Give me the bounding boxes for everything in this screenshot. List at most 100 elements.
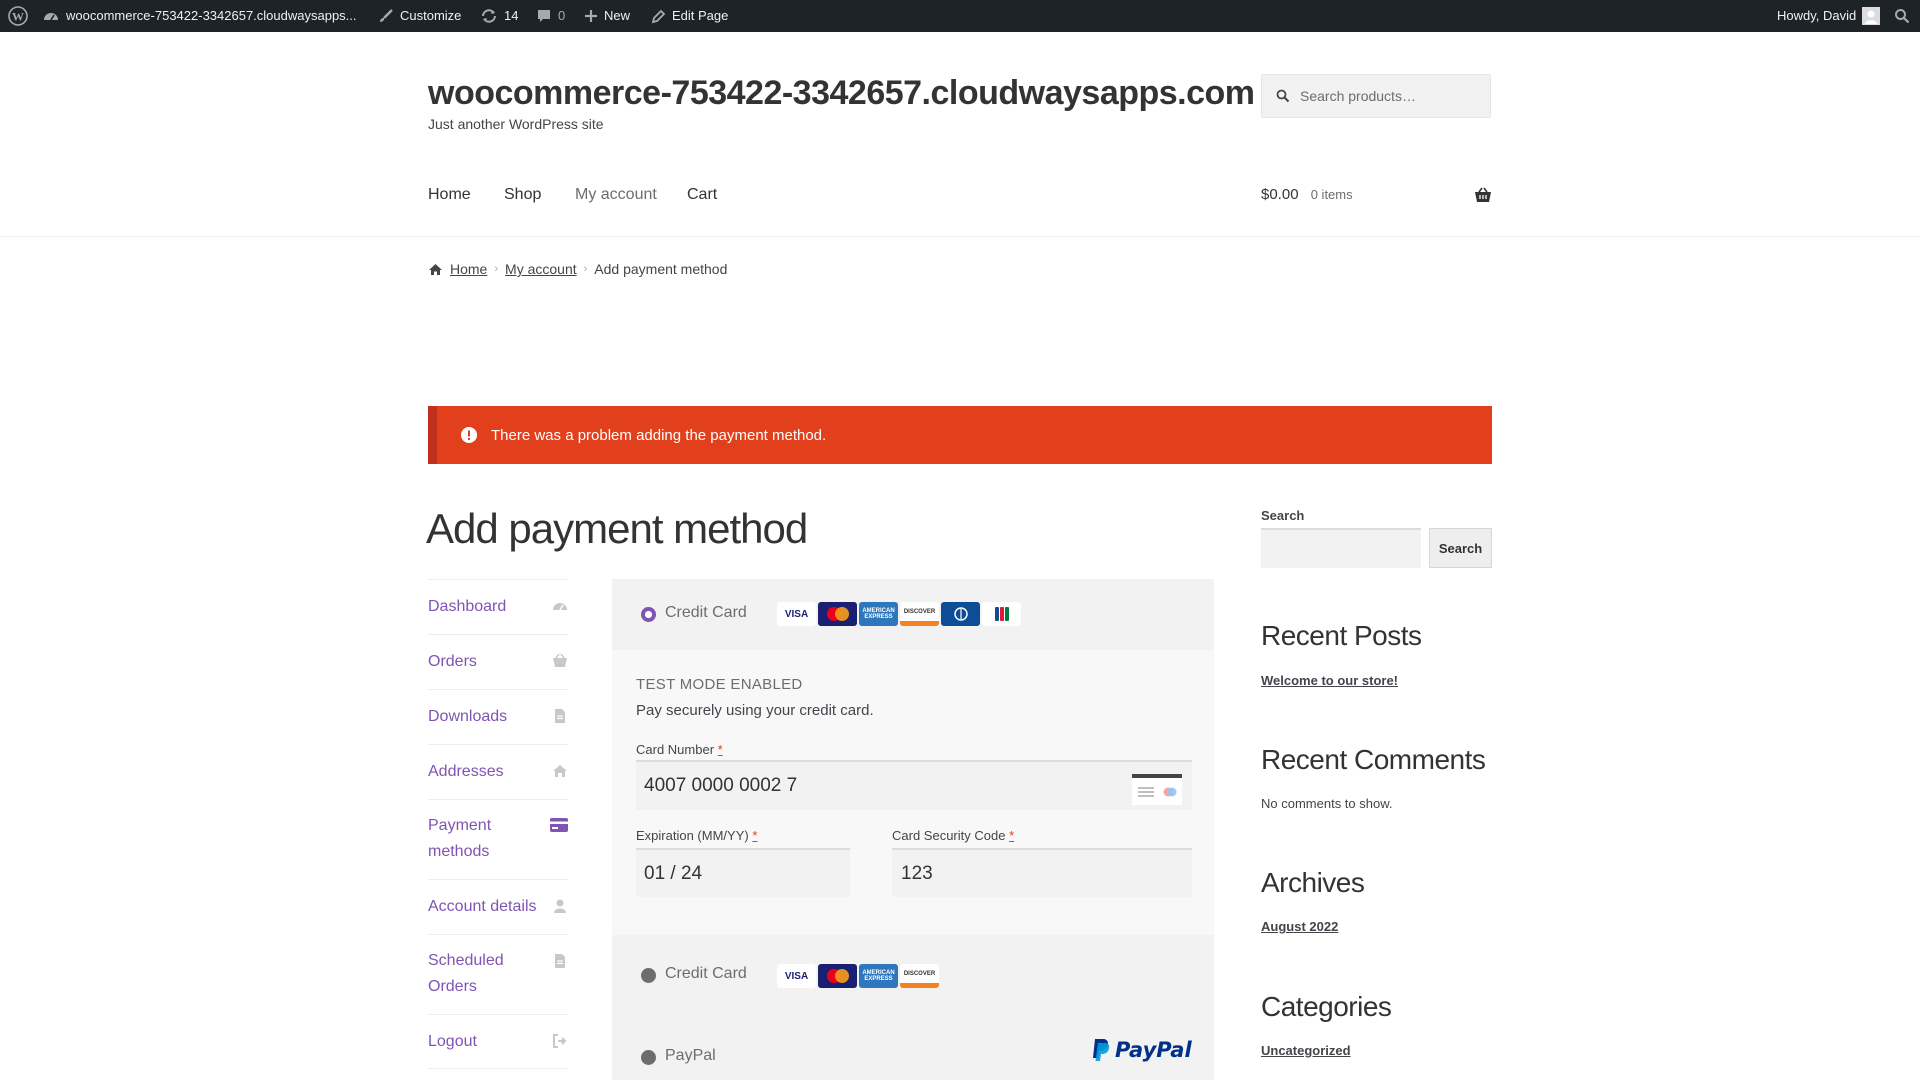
- admin-new[interactable]: New: [584, 0, 630, 32]
- account-menu-downloads[interactable]: Downloads: [428, 689, 568, 744]
- payment-method-credit-card-selected[interactable]: Credit Card VISA AMERICAN EXPRESS DISCOVE…: [612, 579, 1214, 650]
- nav-shop[interactable]: Shop: [504, 186, 541, 204]
- account-menu-label: Scheduled Orders: [428, 952, 504, 995]
- payment-method-credit-card-2[interactable]: Credit Card VISA AMERICAN EXPRESS DISCOVE…: [612, 935, 1214, 1010]
- account-menu-label: Account details: [428, 898, 537, 915]
- account-menu-label: Downloads: [428, 708, 508, 725]
- product-search-input[interactable]: Search products…: [1261, 74, 1491, 118]
- admin-edit-page-label: Edit Page: [672, 8, 729, 23]
- radio-selected[interactable]: [641, 607, 656, 622]
- visa-icon: VISA: [777, 602, 816, 626]
- dashboard-icon: [553, 603, 567, 611]
- admin-search-icon[interactable]: [1894, 0, 1910, 32]
- basket-icon[interactable]: [1474, 187, 1492, 208]
- file-icon: [555, 954, 565, 968]
- svg-text:W: W: [12, 10, 24, 24]
- card-number-label-text: Card Number: [636, 742, 715, 757]
- admin-customize[interactable]: Customize: [378, 0, 461, 32]
- account-menu-label: Payment methods: [428, 817, 492, 860]
- site-title[interactable]: woocommerce-753422-3342657.cloudwaysapps…: [428, 74, 1255, 113]
- search-icon: [1276, 89, 1290, 103]
- card-brand-icons: VISA AMERICAN EXPRESS DISCOVER: [777, 602, 1021, 626]
- admin-updates[interactable]: 14: [480, 0, 518, 32]
- admin-account[interactable]: Howdy, David: [1777, 0, 1881, 32]
- breadcrumb-current: Add payment method: [594, 261, 728, 277]
- card-number-input[interactable]: 4007 0000 0002 7: [636, 760, 1192, 810]
- account-menu-payment-methods[interactable]: Payment methods: [428, 799, 568, 879]
- cvc-value: 123: [901, 862, 933, 884]
- nav-my-account[interactable]: My account: [575, 186, 657, 204]
- payment-method-paypal[interactable]: PayPal PayPal: [612, 1010, 1214, 1080]
- sidebar-search-input[interactable]: [1261, 528, 1421, 568]
- admin-greeting: Howdy, David: [1777, 8, 1857, 23]
- account-menu-logout[interactable]: Logout: [428, 1014, 568, 1069]
- error-notice: There was a problem adding the payment m…: [428, 406, 1492, 464]
- refresh-icon: [482, 9, 496, 23]
- cart-total: $0.00: [1261, 186, 1299, 203]
- search-placeholder: Search products…: [1300, 88, 1416, 104]
- visa-icon: VISA: [777, 964, 816, 988]
- updates-count: 14: [504, 8, 519, 23]
- account-menu-account-details[interactable]: Account details: [428, 879, 568, 934]
- mastercard-icon: [818, 602, 857, 626]
- payment-method-label[interactable]: Credit Card: [665, 604, 747, 622]
- credit-card-icon: [550, 818, 568, 832]
- home-icon: [553, 765, 567, 777]
- payment-method-label[interactable]: PayPal: [665, 1047, 716, 1065]
- radio-unselected[interactable]: [641, 1050, 656, 1065]
- required-mark: *: [752, 828, 758, 843]
- header-divider: [0, 236, 1920, 237]
- comments-count: 0: [558, 8, 566, 23]
- expiry-label: Expiration (MM/YY) *: [636, 828, 757, 843]
- admin-edit-page[interactable]: Edit Page: [651, 0, 728, 32]
- recent-post-link[interactable]: Welcome to our store!: [1261, 673, 1398, 688]
- file-icon: [555, 709, 565, 723]
- admin-new-label: New: [604, 8, 631, 23]
- alert-icon: [461, 427, 477, 443]
- expiry-value: 01 / 24: [644, 862, 703, 884]
- cvc-input[interactable]: 123: [892, 848, 1192, 897]
- no-comments-text: No comments to show.: [1261, 796, 1393, 811]
- archive-link[interactable]: August 2022: [1261, 919, 1338, 934]
- card-type-icon: [1132, 774, 1182, 805]
- nav-home[interactable]: Home: [428, 186, 471, 204]
- account-menu-label: Logout: [428, 1033, 477, 1050]
- admin-comments[interactable]: 0: [536, 0, 565, 32]
- avatar: [1862, 7, 1881, 25]
- nav-cart[interactable]: Cart: [687, 186, 717, 204]
- radio-unselected[interactable]: [641, 968, 656, 983]
- account-menu-label: Addresses: [428, 763, 504, 780]
- account-menu-addresses[interactable]: Addresses: [428, 744, 568, 799]
- cvc-label: Card Security Code *: [892, 828, 1014, 843]
- paypal-icon: [1093, 1039, 1110, 1061]
- archives-title: Archives: [1261, 867, 1365, 898]
- account-menu-label: Dashboard: [428, 598, 507, 615]
- jcb-icon: [982, 602, 1021, 626]
- wordpress-logo-icon[interactable]: W: [8, 0, 28, 32]
- card-brand-icons: VISA AMERICAN EXPRESS DISCOVER: [777, 964, 939, 988]
- home-icon: [429, 263, 442, 275]
- breadcrumb-home[interactable]: Home: [450, 261, 487, 277]
- account-menu-dashboard[interactable]: Dashboard: [428, 579, 568, 634]
- required-mark: *: [1009, 828, 1015, 843]
- cvc-label-text: Card Security Code: [892, 828, 1006, 843]
- test-mode-notice: TEST MODE ENABLED: [636, 676, 803, 693]
- account-menu-orders[interactable]: Orders: [428, 634, 568, 689]
- expiry-input[interactable]: 01 / 24: [636, 848, 850, 897]
- credit-card-form: TEST MODE ENABLED Pay securely using you…: [612, 650, 1214, 935]
- header-cart[interactable]: $0.00 0 items: [1261, 186, 1353, 203]
- payment-description: Pay securely using your credit card.: [636, 702, 874, 719]
- sidebar-search-button[interactable]: Search: [1429, 528, 1492, 568]
- admin-site-name[interactable]: woocommerce-753422-3342657.cloudwaysapps…: [42, 0, 357, 32]
- account-menu-scheduled-orders[interactable]: Scheduled Orders: [428, 934, 568, 1014]
- basket-icon: [553, 653, 567, 667]
- breadcrumb-my-account[interactable]: My account: [505, 261, 577, 277]
- diners-club-icon: [941, 602, 980, 626]
- pencil-icon: [651, 9, 666, 23]
- payment-method-label[interactable]: Credit Card: [665, 965, 747, 983]
- expiry-label-text: Expiration (MM/YY): [636, 828, 749, 843]
- categories-title: Categories: [1261, 991, 1392, 1022]
- brush-icon: [380, 9, 393, 22]
- category-link[interactable]: Uncategorized: [1261, 1043, 1351, 1058]
- comment-icon: [538, 10, 550, 22]
